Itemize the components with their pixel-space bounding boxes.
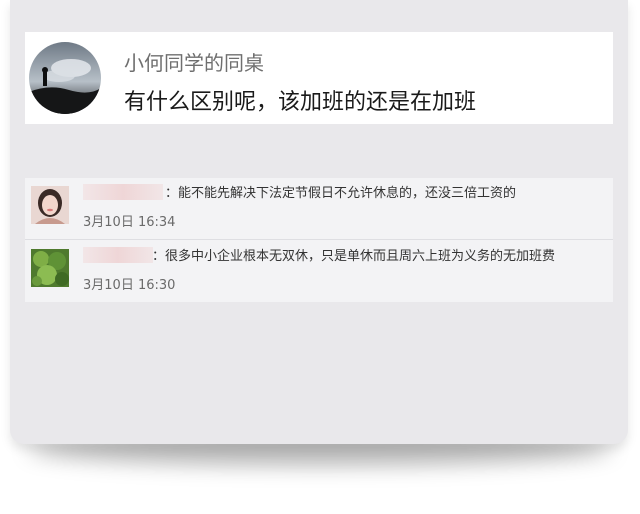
avatar-landscape-icon <box>29 42 101 114</box>
post-author-name[interactable]: 小何同学的同桌 <box>124 47 264 76</box>
author-avatar[interactable] <box>29 42 101 114</box>
screenshot-stage: 小何同学的同桌 有什么区别呢，该加班的还是在加班 ：能不能先解决下法定节假日不允… <box>0 0 640 514</box>
commenter-name-blurred <box>83 184 163 200</box>
commenter-avatar[interactable] <box>31 186 69 224</box>
comment-text: ：能不能先解决下法定节假日不允许休息的，还没三倍工资的 <box>165 186 517 201</box>
woman-portrait-icon <box>31 186 69 224</box>
post: 小何同学的同桌 有什么区别呢，该加班的还是在加班 <box>25 32 613 124</box>
commenter-name-blurred <box>83 247 153 263</box>
green-plant-icon <box>31 249 69 287</box>
commenter-avatar[interactable] <box>31 249 69 287</box>
comment-time: 3月10日 16:34 <box>83 215 176 230</box>
post-text: 有什么区别呢，该加班的还是在加班 <box>124 90 477 115</box>
comment-item: ：很多中小企业根本无双休，只是单休而且周六上班为义务的无加班费 3月10日 16… <box>25 241 613 301</box>
weibo-card: 小何同学的同桌 有什么区别呢，该加班的还是在加班 ：能不能先解决下法定节假日不允… <box>10 0 628 444</box>
comment-list: ：能不能先解决下法定节假日不允许休息的，还没三倍工资的 3月10日 16:34 <box>25 178 613 302</box>
comment-item: ：能不能先解决下法定节假日不允许休息的，还没三倍工资的 3月10日 16:34 <box>25 178 613 238</box>
comment-text: ：很多中小企业根本无双休，只是单休而且周六上班为义务的无加班费 <box>152 249 556 264</box>
comment-time: 3月10日 16:30 <box>83 278 176 293</box>
comment-divider <box>25 239 613 240</box>
